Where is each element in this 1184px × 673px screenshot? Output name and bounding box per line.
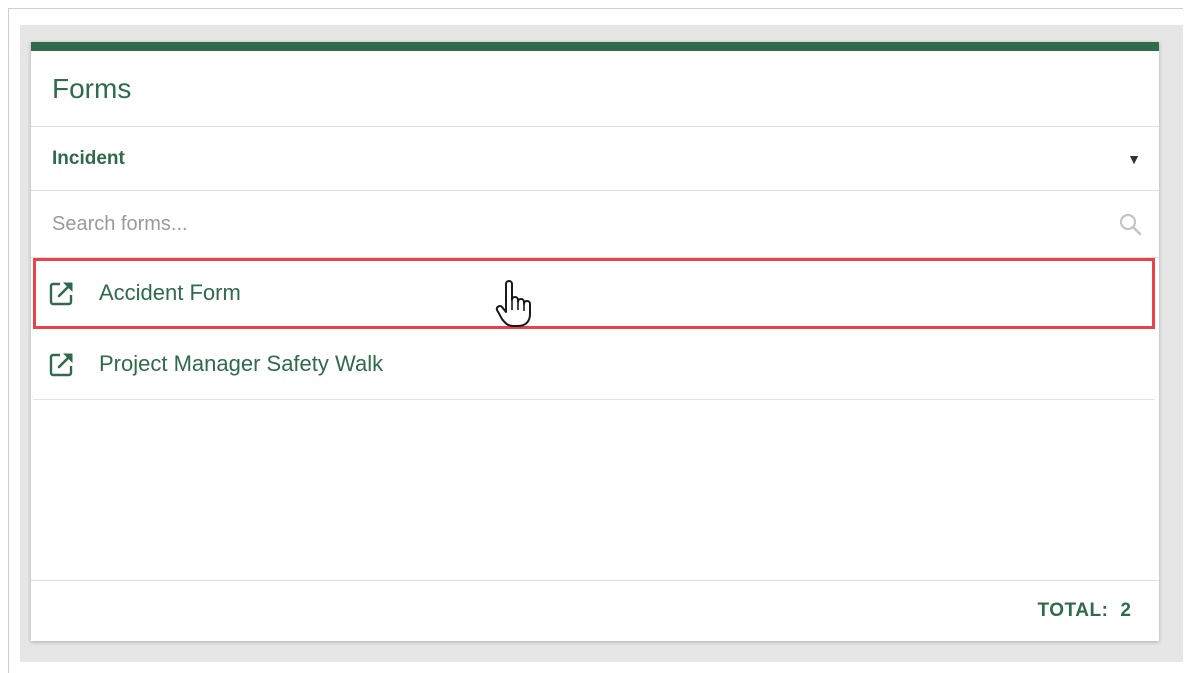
category-selected-value: Incident: [52, 147, 125, 169]
caret-down-icon: ▼: [1127, 150, 1141, 167]
search-icon[interactable]: [1117, 211, 1143, 237]
forms-card: Forms Incident ▼ Accident Form: [31, 42, 1159, 641]
list-item-accident-form[interactable]: Accident Form: [33, 258, 1155, 329]
card-title: Forms: [52, 72, 132, 104]
list-item-project-manager-safety-walk[interactable]: Project Manager Safety Walk: [33, 329, 1155, 400]
forms-list: Accident Form Project Manager Safety Wal…: [31, 258, 1159, 581]
search-bar: [31, 191, 1159, 258]
total-count: 2: [1120, 599, 1131, 621]
card-footer: TOTAL: 2: [31, 581, 1159, 640]
hand-pointer-icon: [495, 280, 533, 328]
card-header: Forms: [31, 51, 1159, 127]
total-label: TOTAL:: [1037, 599, 1109, 621]
category-dropdown[interactable]: Incident ▼: [31, 127, 1159, 191]
external-link-icon: [47, 278, 77, 308]
search-input[interactable]: [52, 212, 1117, 236]
list-item-label: Project Manager Safety Walk: [99, 351, 384, 376]
list-item-label: Accident Form: [99, 280, 241, 305]
external-link-icon: [47, 349, 77, 379]
